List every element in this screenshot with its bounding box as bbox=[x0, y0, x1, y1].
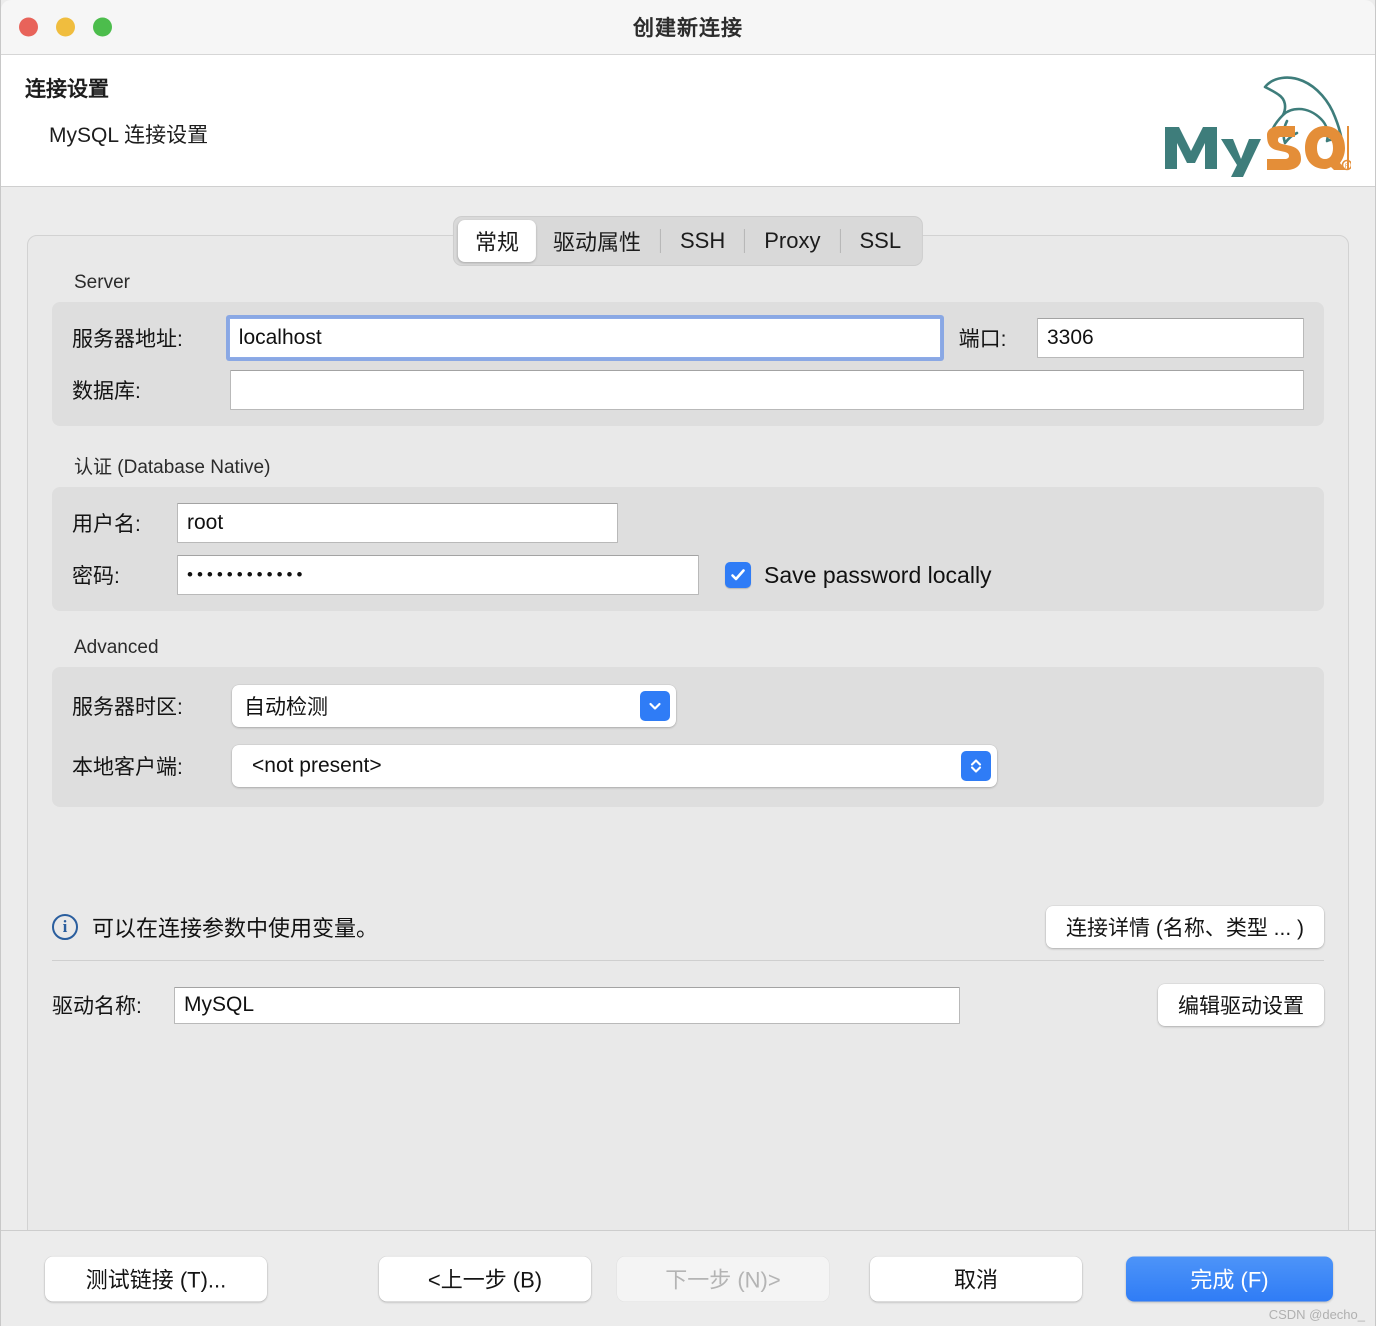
port-input[interactable] bbox=[1037, 318, 1304, 358]
local-client-select[interactable]: <not present> bbox=[232, 745, 997, 787]
driver-name-input[interactable] bbox=[174, 987, 960, 1024]
create-connection-dialog: 创建新连接 连接设置 MySQL 连接设置 bbox=[0, 0, 1376, 1326]
dialog-content: 常规 驱动属性 SSH Proxy SSL Server 服务器地址: 端口: bbox=[1, 187, 1375, 1228]
check-icon bbox=[729, 566, 747, 584]
next-button: 下一步 (N)> bbox=[617, 1256, 829, 1301]
host-row: 服务器地址: 端口: bbox=[72, 318, 1304, 358]
save-password-label: Save password locally bbox=[764, 562, 992, 589]
edit-driver-settings-button[interactable]: 编辑驱动设置 bbox=[1158, 984, 1324, 1026]
password-input[interactable]: •••••••••••• bbox=[177, 555, 699, 595]
username-label: 用户名: bbox=[72, 508, 177, 538]
tab-divider bbox=[744, 229, 745, 253]
info-row: i 可以在连接参数中使用变量。 连接详情 (名称、类型 ... ) bbox=[52, 906, 1324, 948]
port-label: 端口: bbox=[959, 323, 1037, 353]
tab-divider bbox=[660, 229, 661, 253]
panel-divider bbox=[52, 960, 1324, 961]
tab-ssl[interactable]: SSL bbox=[842, 223, 918, 259]
local-client-label: 本地客户端: bbox=[72, 751, 232, 781]
window-titlebar: 创建新连接 bbox=[1, 0, 1375, 55]
database-row: 数据库: bbox=[72, 370, 1304, 410]
password-row: 密码: •••••••••••• Save password locally bbox=[72, 555, 1304, 595]
settings-tabs: 常规 驱动属性 SSH Proxy SSL bbox=[453, 216, 923, 266]
back-button[interactable]: <上一步 (B) bbox=[379, 1256, 591, 1301]
database-label: 数据库: bbox=[72, 375, 230, 405]
page-title: 连接设置 bbox=[25, 73, 1351, 107]
page-subtitle: MySQL 连接设置 bbox=[49, 119, 1351, 153]
host-label: 服务器地址: bbox=[72, 323, 229, 353]
mysql-logo: R bbox=[1161, 69, 1351, 177]
chevron-down-icon[interactable] bbox=[640, 691, 670, 721]
advanced-group: 服务器时区: 自动检测 本地客户端: <not present> bbox=[52, 667, 1324, 807]
server-group-label: Server bbox=[74, 272, 1324, 294]
host-input[interactable] bbox=[229, 318, 941, 358]
driver-row: 驱动名称: 编辑驱动设置 bbox=[52, 984, 1324, 1026]
tab-proxy[interactable]: Proxy bbox=[747, 223, 837, 259]
watermark: CSDN @decho_ bbox=[1269, 1307, 1365, 1322]
auth-group: 用户名: 密码: •••••••••••• Save password loca… bbox=[52, 487, 1324, 611]
dialog-header: 连接设置 MySQL 连接设置 bbox=[1, 55, 1375, 187]
general-tab-panel: Server 服务器地址: 端口: 数据库: 认证 (Database Nati… bbox=[27, 235, 1349, 1268]
timezone-label: 服务器时区: bbox=[72, 691, 232, 721]
advanced-group-label: Advanced bbox=[74, 637, 1324, 659]
timezone-row: 服务器时区: 自动检测 bbox=[72, 685, 1304, 727]
test-connection-button[interactable]: 测试链接 (T)... bbox=[45, 1256, 267, 1301]
password-label: 密码: bbox=[72, 560, 177, 590]
finish-button[interactable]: 完成 (F) bbox=[1126, 1256, 1333, 1301]
dialog-footer: 测试链接 (T)... <上一步 (B) 下一步 (N)> 取消 完成 (F) bbox=[1, 1230, 1375, 1326]
window-title: 创建新连接 bbox=[1, 12, 1375, 42]
tab-divider bbox=[839, 229, 840, 253]
chevron-up-down-icon[interactable] bbox=[961, 751, 991, 781]
driver-name-label: 驱动名称: bbox=[52, 990, 174, 1020]
save-password-checkbox-row[interactable]: Save password locally bbox=[725, 562, 992, 589]
timezone-select[interactable]: 自动检测 bbox=[232, 685, 676, 727]
save-password-checkbox[interactable] bbox=[725, 562, 751, 588]
connection-details-button[interactable]: 连接详情 (名称、类型 ... ) bbox=[1046, 906, 1324, 948]
username-input[interactable] bbox=[177, 503, 618, 543]
svg-text:R: R bbox=[1345, 164, 1350, 170]
tab-driver-properties[interactable]: 驱动属性 bbox=[536, 220, 658, 262]
username-row: 用户名: bbox=[72, 503, 1304, 543]
timezone-value: 自动检测 bbox=[244, 691, 328, 721]
info-circle-icon: i bbox=[52, 914, 78, 940]
info-text: 可以在连接参数中使用变量。 bbox=[92, 911, 378, 943]
local-client-value: <not present> bbox=[252, 754, 382, 778]
tab-ssh[interactable]: SSH bbox=[663, 223, 742, 259]
server-group: 服务器地址: 端口: 数据库: bbox=[52, 302, 1324, 426]
cancel-button[interactable]: 取消 bbox=[870, 1256, 1082, 1301]
local-client-row: 本地客户端: <not present> bbox=[72, 745, 1304, 787]
tab-general[interactable]: 常规 bbox=[458, 220, 536, 262]
auth-group-label: 认证 (Database Native) bbox=[74, 452, 1324, 479]
database-input[interactable] bbox=[230, 370, 1304, 410]
